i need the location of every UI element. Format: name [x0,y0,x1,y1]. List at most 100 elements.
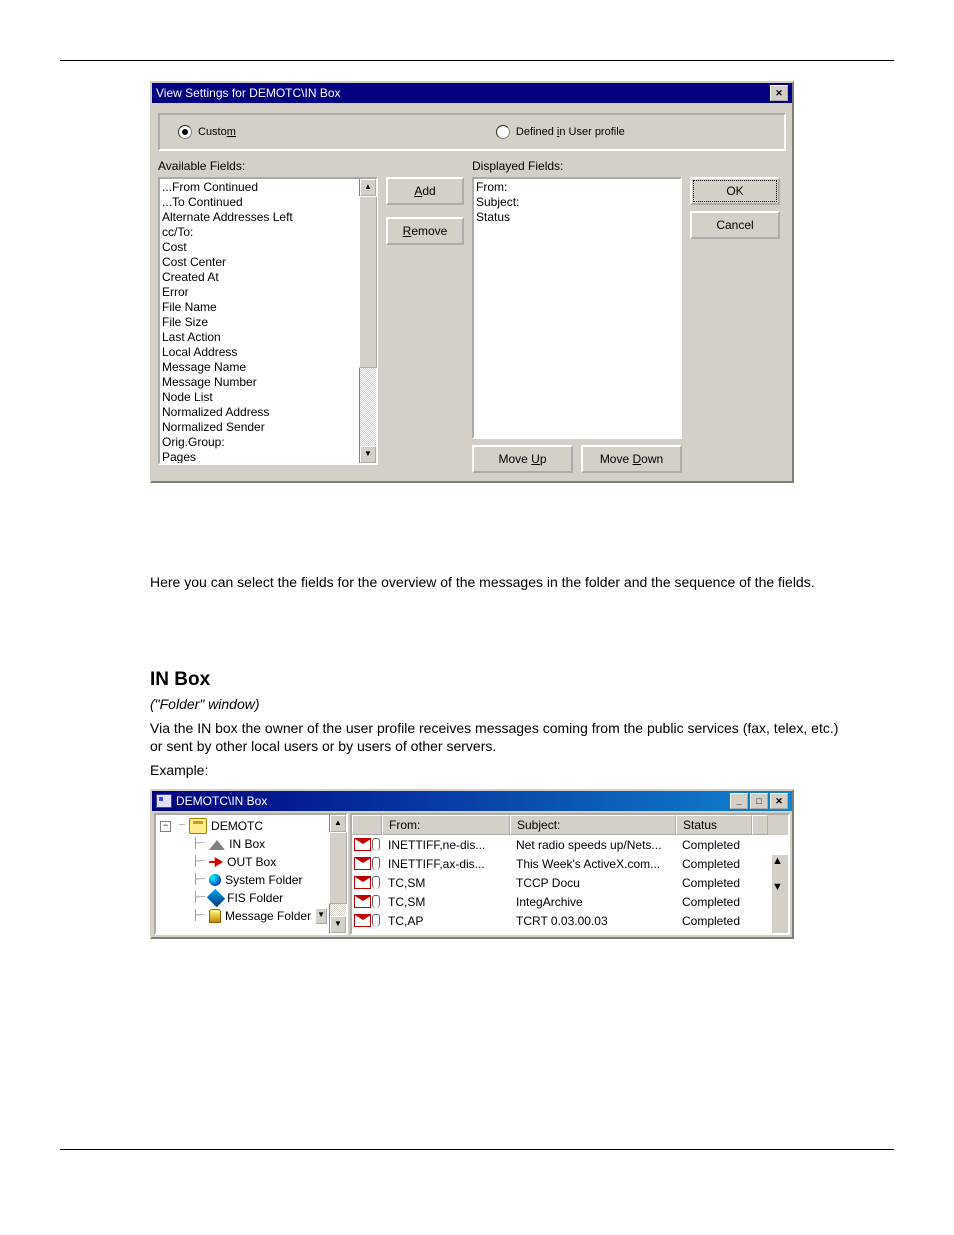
radio-defined-in-profile[interactable]: Defined in User profile [496,125,625,139]
list-item[interactable]: Cost [162,240,357,255]
scrollbar[interactable]: ▲ ▼ [772,855,788,933]
list-item[interactable]: Message Number [162,375,357,390]
list-item[interactable]: ...To Continued [162,195,357,210]
paperclip-icon [372,895,380,908]
folder-icon [207,889,225,907]
dialog-titlebar: View Settings for DEMOTC\IN Box ✕ [152,83,792,103]
cell-subject: IntegArchive [510,895,676,909]
close-icon[interactable]: ✕ [770,85,788,101]
cell-subject: This Week's ActiveX.com... [510,857,676,871]
tree-item[interactable]: ├┈System Folder [158,871,327,889]
move-up-button[interactable]: Move Up [472,445,573,473]
maximize-icon[interactable]: □ [750,793,768,809]
cell-status: Completed [676,876,752,890]
table-row[interactable]: TC,APTCRT 0.03.00.03Completed [352,911,788,930]
scroll-down-icon[interactable]: ▼ [330,916,346,933]
displayed-fields-label: Displayed Fields: [472,159,682,173]
tree-item[interactable]: ├┈OUT Box [158,853,327,871]
paperclip-icon [372,876,380,889]
tree-root[interactable]: ┈DEMOTC [158,817,327,835]
radio-custom[interactable]: Custom [178,125,236,139]
inbox-window: DEMOTC\IN Box _ □ ✕ ┈DEMOTC├┈IN Box├┈OUT… [150,789,794,939]
radio-dot-icon [496,125,510,139]
add-button[interactable]: Add [386,177,464,205]
tree-item[interactable]: ├┈IN Box [158,835,327,853]
scroll-up-icon[interactable]: ▲ [360,179,376,196]
list-item[interactable]: File Size [162,315,357,330]
tree-item[interactable]: ├┈FIS Folder [158,889,327,907]
list-item[interactable]: Normalized Address [162,405,357,420]
example-label: Example: [150,761,854,779]
view-settings-dialog: View Settings for DEMOTC\IN Box ✕ Custom… [150,81,794,483]
message-list: From: Subject: Status INETTIFF,ne-dis...… [350,813,790,935]
folder-icon [209,840,225,850]
dialog-title: View Settings for DEMOTC\IN Box [156,86,341,100]
list-item[interactable]: Error [162,285,357,300]
cell-status: Completed [676,857,752,871]
list-item[interactable]: Alternate Addresses Left [162,210,357,225]
scrollbar[interactable]: ▲ ▼ [359,179,376,463]
envelope-icon [354,895,371,908]
collapse-icon[interactable] [160,821,171,832]
list-item[interactable]: Cost Center [162,255,357,270]
paragraph: Via the IN box the owner of the user pro… [150,719,854,755]
envelope-icon [354,838,371,851]
envelope-icon [354,876,371,889]
table-row[interactable]: INETTIFF,ne-dis...Net radio speeds up/Ne… [352,835,788,854]
list-item[interactable]: Normalized Sender [162,420,357,435]
scrollbar[interactable]: ▲ ▼ [329,815,346,933]
header-subject[interactable]: Subject: [510,815,676,835]
header-scroll-spacer [752,815,768,835]
list-item[interactable]: Orig.Group: [162,435,357,450]
available-fields-label: Available Fields: [158,159,378,173]
cell-from: INETTIFF,ne-dis... [382,838,510,852]
minimize-icon[interactable]: _ [730,793,748,809]
table-row[interactable]: TC,SMIntegArchiveCompleted [352,892,788,911]
list-item[interactable]: From: [476,180,678,195]
displayed-fields-listbox[interactable]: From:Subject:Status [472,177,682,439]
scroll-down-icon[interactable]: ▼ [360,446,376,463]
move-down-button[interactable]: Move Down [581,445,682,473]
list-item[interactable]: cc/To: [162,225,357,240]
app-icon [156,794,172,808]
tree-item[interactable]: ├┈Message Folder▼ [158,907,327,925]
folder-icon [209,874,221,886]
cell-subject: TCRT 0.03.00.03 [510,914,676,928]
scroll-down-icon[interactable]: ▼ [772,881,788,893]
table-row[interactable]: INETTIFF,ax-dis...This Week's ActiveX.co… [352,854,788,873]
list-item[interactable]: Status [476,210,678,225]
list-item[interactable]: Message Name [162,360,357,375]
header-from[interactable]: From: [382,815,510,835]
list-item[interactable]: Pages [162,450,357,463]
remove-button[interactable]: Remove [386,217,464,245]
list-item[interactable]: Local Address [162,345,357,360]
paperclip-icon [372,914,380,927]
list-header: From: Subject: Status [352,815,788,835]
list-item[interactable]: Created At [162,270,357,285]
list-item[interactable]: ...From Continued [162,180,357,195]
chevron-down-icon[interactable]: ▼ [315,908,327,924]
ok-button[interactable]: OK [690,177,780,205]
scroll-up-icon[interactable]: ▲ [330,815,346,832]
table-row[interactable]: TC,SMTCCP DocuCompleted [352,873,788,892]
folder-tree[interactable]: ┈DEMOTC├┈IN Box├┈OUT Box├┈System Folder├… [154,813,348,935]
folder-icon [209,909,221,923]
list-item[interactable]: Subject: [476,195,678,210]
source-radio-group: Custom Defined in User profile [158,113,786,151]
available-fields-listbox[interactable]: ...From Continued...To ContinuedAlternat… [158,177,378,465]
envelope-icon [354,857,371,870]
cancel-button[interactable]: Cancel [690,211,780,239]
cell-status: Completed [676,838,752,852]
list-item[interactable]: Node List [162,390,357,405]
list-item[interactable]: Last Action [162,330,357,345]
close-icon[interactable]: ✕ [770,793,788,809]
header-status[interactable]: Status [676,815,752,835]
server-icon [189,818,207,834]
paragraph: Here you can select the fields for the o… [150,573,854,591]
header-icon-col[interactable] [352,815,382,835]
paperclip-icon [372,838,380,851]
list-item[interactable]: File Name [162,300,357,315]
envelope-icon [354,914,371,927]
cell-subject: TCCP Docu [510,876,676,890]
scroll-up-icon[interactable]: ▲ [772,855,788,867]
